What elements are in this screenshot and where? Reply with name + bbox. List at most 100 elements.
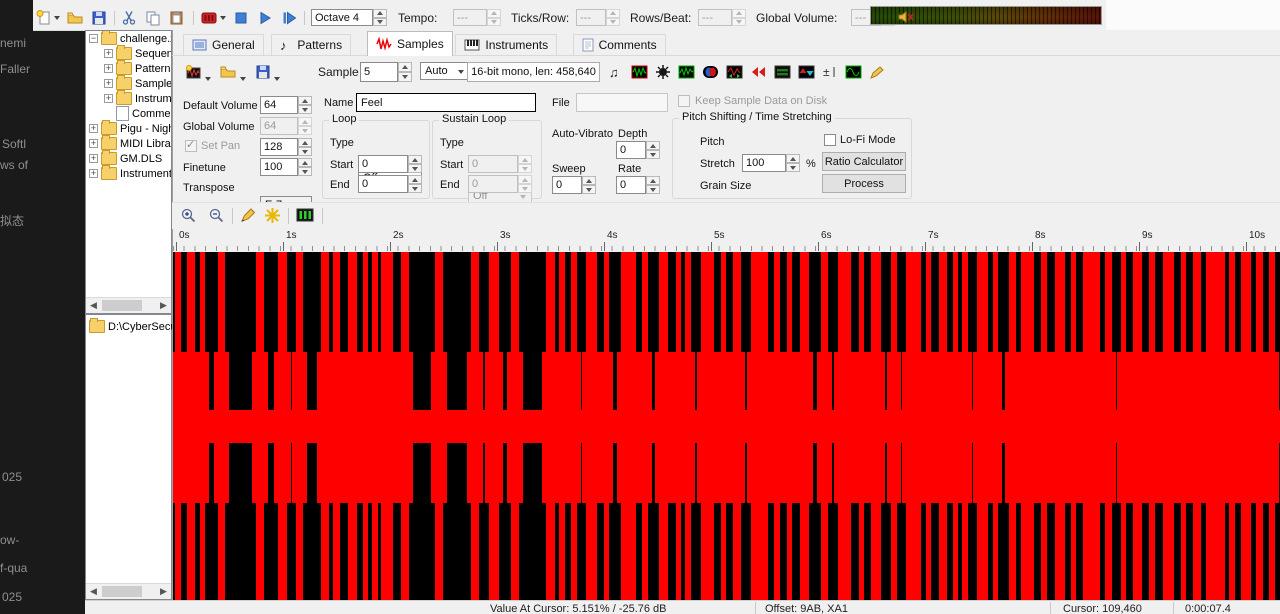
expand-icon[interactable]: + bbox=[89, 124, 98, 133]
resample-icon[interactable] bbox=[726, 64, 743, 80]
expand-icon[interactable]: + bbox=[104, 94, 113, 103]
ticks-row-spinner[interactable] bbox=[606, 9, 620, 26]
lofi-mode-checkbox[interactable]: Lo-Fi Mode bbox=[824, 134, 896, 146]
library-path-item[interactable]: D:\CyberSecurityLab\Tool\ bbox=[86, 319, 171, 334]
tab-comments[interactable]: Comments bbox=[573, 34, 666, 55]
scroll-right-icon[interactable]: ▶ bbox=[156, 298, 171, 313]
tree-item-pigu-nightfall-mptm[interactable]: +Pigu - Nightfall.mptm bbox=[86, 121, 171, 136]
loop-start-spinner[interactable] bbox=[408, 155, 422, 173]
draw-icon[interactable] bbox=[869, 64, 885, 80]
midi-record-dropdown-icon[interactable] bbox=[220, 9, 226, 26]
expand-icon[interactable]: + bbox=[89, 169, 98, 178]
upper-tree-hscrollbar[interactable]: ◀ ▶ bbox=[86, 297, 171, 313]
sample-number-spinner[interactable] bbox=[398, 62, 412, 82]
tree-item-patterns[interactable]: +Patterns bbox=[86, 61, 171, 76]
default-volume-spinner[interactable] bbox=[298, 96, 312, 114]
tree-item-gm-dls[interactable]: +GM.DLS bbox=[86, 151, 171, 166]
finetune-field[interactable]: 100 bbox=[260, 158, 298, 176]
scroll-left-icon[interactable]: ◀ bbox=[86, 298, 101, 313]
normalize-icon[interactable] bbox=[631, 64, 648, 80]
zoom-in-icon[interactable] bbox=[180, 207, 197, 224]
set-pan-field[interactable]: 128 bbox=[260, 138, 298, 156]
tree-item-comments[interactable]: Comments bbox=[86, 106, 171, 121]
pattern-view-icon[interactable] bbox=[296, 207, 314, 223]
rows-beat-spinner[interactable] bbox=[732, 9, 746, 26]
rows-beat-value[interactable]: --- bbox=[698, 9, 732, 26]
cut-icon[interactable] bbox=[121, 9, 137, 26]
new-file-dropdown-icon[interactable] bbox=[54, 9, 60, 26]
sample-mode-select[interactable]: Auto bbox=[420, 62, 470, 80]
expand-icon[interactable]: + bbox=[104, 49, 113, 58]
keep-sample-data-checkbox[interactable]: Keep Sample Data on Disk bbox=[678, 95, 827, 107]
finetune-spinner[interactable] bbox=[298, 158, 312, 176]
play-icon[interactable] bbox=[258, 9, 272, 26]
waveform[interactable] bbox=[173, 252, 1280, 600]
collapse-icon[interactable]: − bbox=[89, 34, 98, 43]
paste-icon[interactable] bbox=[169, 9, 185, 26]
amplify-icon[interactable] bbox=[655, 64, 671, 80]
depth-spinner[interactable] bbox=[646, 141, 660, 159]
tempo-value[interactable]: --- bbox=[453, 9, 487, 26]
tempo-spinner[interactable] bbox=[487, 9, 501, 26]
copy-icon[interactable] bbox=[145, 9, 161, 26]
tree-item-instruments[interactable]: +Instruments bbox=[86, 91, 171, 106]
open-sample-dropdown-icon[interactable] bbox=[240, 69, 246, 89]
default-volume-field[interactable]: 64 bbox=[260, 96, 298, 114]
scroll-right-icon[interactable]: ▶ bbox=[156, 584, 171, 599]
tab-patterns[interactable]: ♪Patterns bbox=[271, 34, 351, 55]
expand-icon[interactable]: + bbox=[104, 64, 113, 73]
new-sample-icon[interactable] bbox=[185, 62, 202, 82]
tree-item-midi-library[interactable]: +MIDI Library bbox=[86, 136, 171, 151]
process-button[interactable]: Process bbox=[822, 174, 906, 193]
rate-spinner[interactable] bbox=[646, 176, 660, 194]
reverse-icon[interactable] bbox=[750, 64, 767, 80]
generate-sample-icon[interactable] bbox=[264, 207, 281, 224]
dc-offset-icon[interactable] bbox=[678, 64, 695, 80]
loop-end-spinner[interactable] bbox=[408, 175, 422, 193]
loop-start-field[interactable]: 0 bbox=[358, 155, 408, 173]
speaker-mute-icon[interactable] bbox=[898, 9, 916, 25]
sample-number-field[interactable]: 5 bbox=[360, 62, 398, 82]
set-pan-checkbox[interactable]: Set Pan bbox=[185, 140, 240, 152]
zoom-out-icon[interactable] bbox=[208, 207, 225, 224]
sample-name-input[interactable]: Feel bbox=[356, 93, 536, 112]
stereo-separation-icon[interactable] bbox=[702, 64, 719, 80]
octave-spinner[interactable] bbox=[373, 9, 387, 26]
play-note-icon[interactable]: ♫ bbox=[608, 64, 624, 80]
silence-icon[interactable] bbox=[774, 64, 791, 80]
tree-item-sequence[interactable]: +Sequence bbox=[86, 46, 171, 61]
lower-tree-hscrollbar[interactable]: ◀ ▶ bbox=[86, 583, 171, 599]
new-sample-dropdown-icon[interactable] bbox=[205, 69, 211, 89]
tree-item-challenge-xm[interactable]: −challenge.xm bbox=[86, 31, 171, 46]
tab-instruments[interactable]: Instruments bbox=[455, 34, 557, 55]
sustain-end-spinner[interactable] bbox=[518, 175, 532, 193]
scroll-thumb[interactable] bbox=[102, 300, 142, 311]
stretch-field[interactable]: 100 bbox=[742, 154, 786, 172]
play-from-start-icon[interactable] bbox=[282, 9, 297, 26]
sweep-spinner[interactable] bbox=[582, 176, 596, 194]
ratio-calculator-button[interactable]: Ratio Calculator bbox=[822, 152, 906, 171]
new-file-icon[interactable] bbox=[36, 9, 52, 26]
scroll-thumb[interactable] bbox=[102, 586, 142, 597]
expand-icon[interactable]: + bbox=[89, 139, 98, 148]
global-volume-field[interactable]: 64 bbox=[260, 117, 298, 135]
ticks-row-value[interactable]: --- bbox=[576, 9, 606, 26]
tree-item-instrument-library-d-cy[interactable]: +Instrument Library (D:\Cy bbox=[86, 166, 171, 181]
invert-icon[interactable] bbox=[798, 64, 815, 80]
tab-general[interactable]: General bbox=[183, 34, 264, 55]
open-file-icon[interactable] bbox=[67, 9, 84, 26]
scroll-left-icon[interactable]: ◀ bbox=[86, 584, 101, 599]
stretch-spinner[interactable] bbox=[786, 154, 800, 172]
global-volume-param-spinner[interactable] bbox=[298, 117, 312, 135]
loop-end-field[interactable]: 0 bbox=[358, 175, 408, 193]
sustain-start-field[interactable]: 0 bbox=[468, 155, 518, 173]
octave-select[interactable]: Octave 4 bbox=[311, 9, 373, 26]
tree-item-samples[interactable]: +Samples bbox=[86, 76, 171, 91]
depth-field[interactable]: 0 bbox=[616, 141, 646, 159]
save-sample-dropdown-icon[interactable] bbox=[274, 69, 280, 89]
sweep-field[interactable]: 0 bbox=[552, 176, 582, 194]
sustain-start-spinner[interactable] bbox=[518, 155, 532, 173]
expand-icon[interactable]: + bbox=[89, 154, 98, 163]
stop-icon[interactable] bbox=[234, 9, 248, 26]
timeline-ruler[interactable]: 0s1s2s3s4s5s6s7s8s9s10s bbox=[173, 228, 1280, 253]
